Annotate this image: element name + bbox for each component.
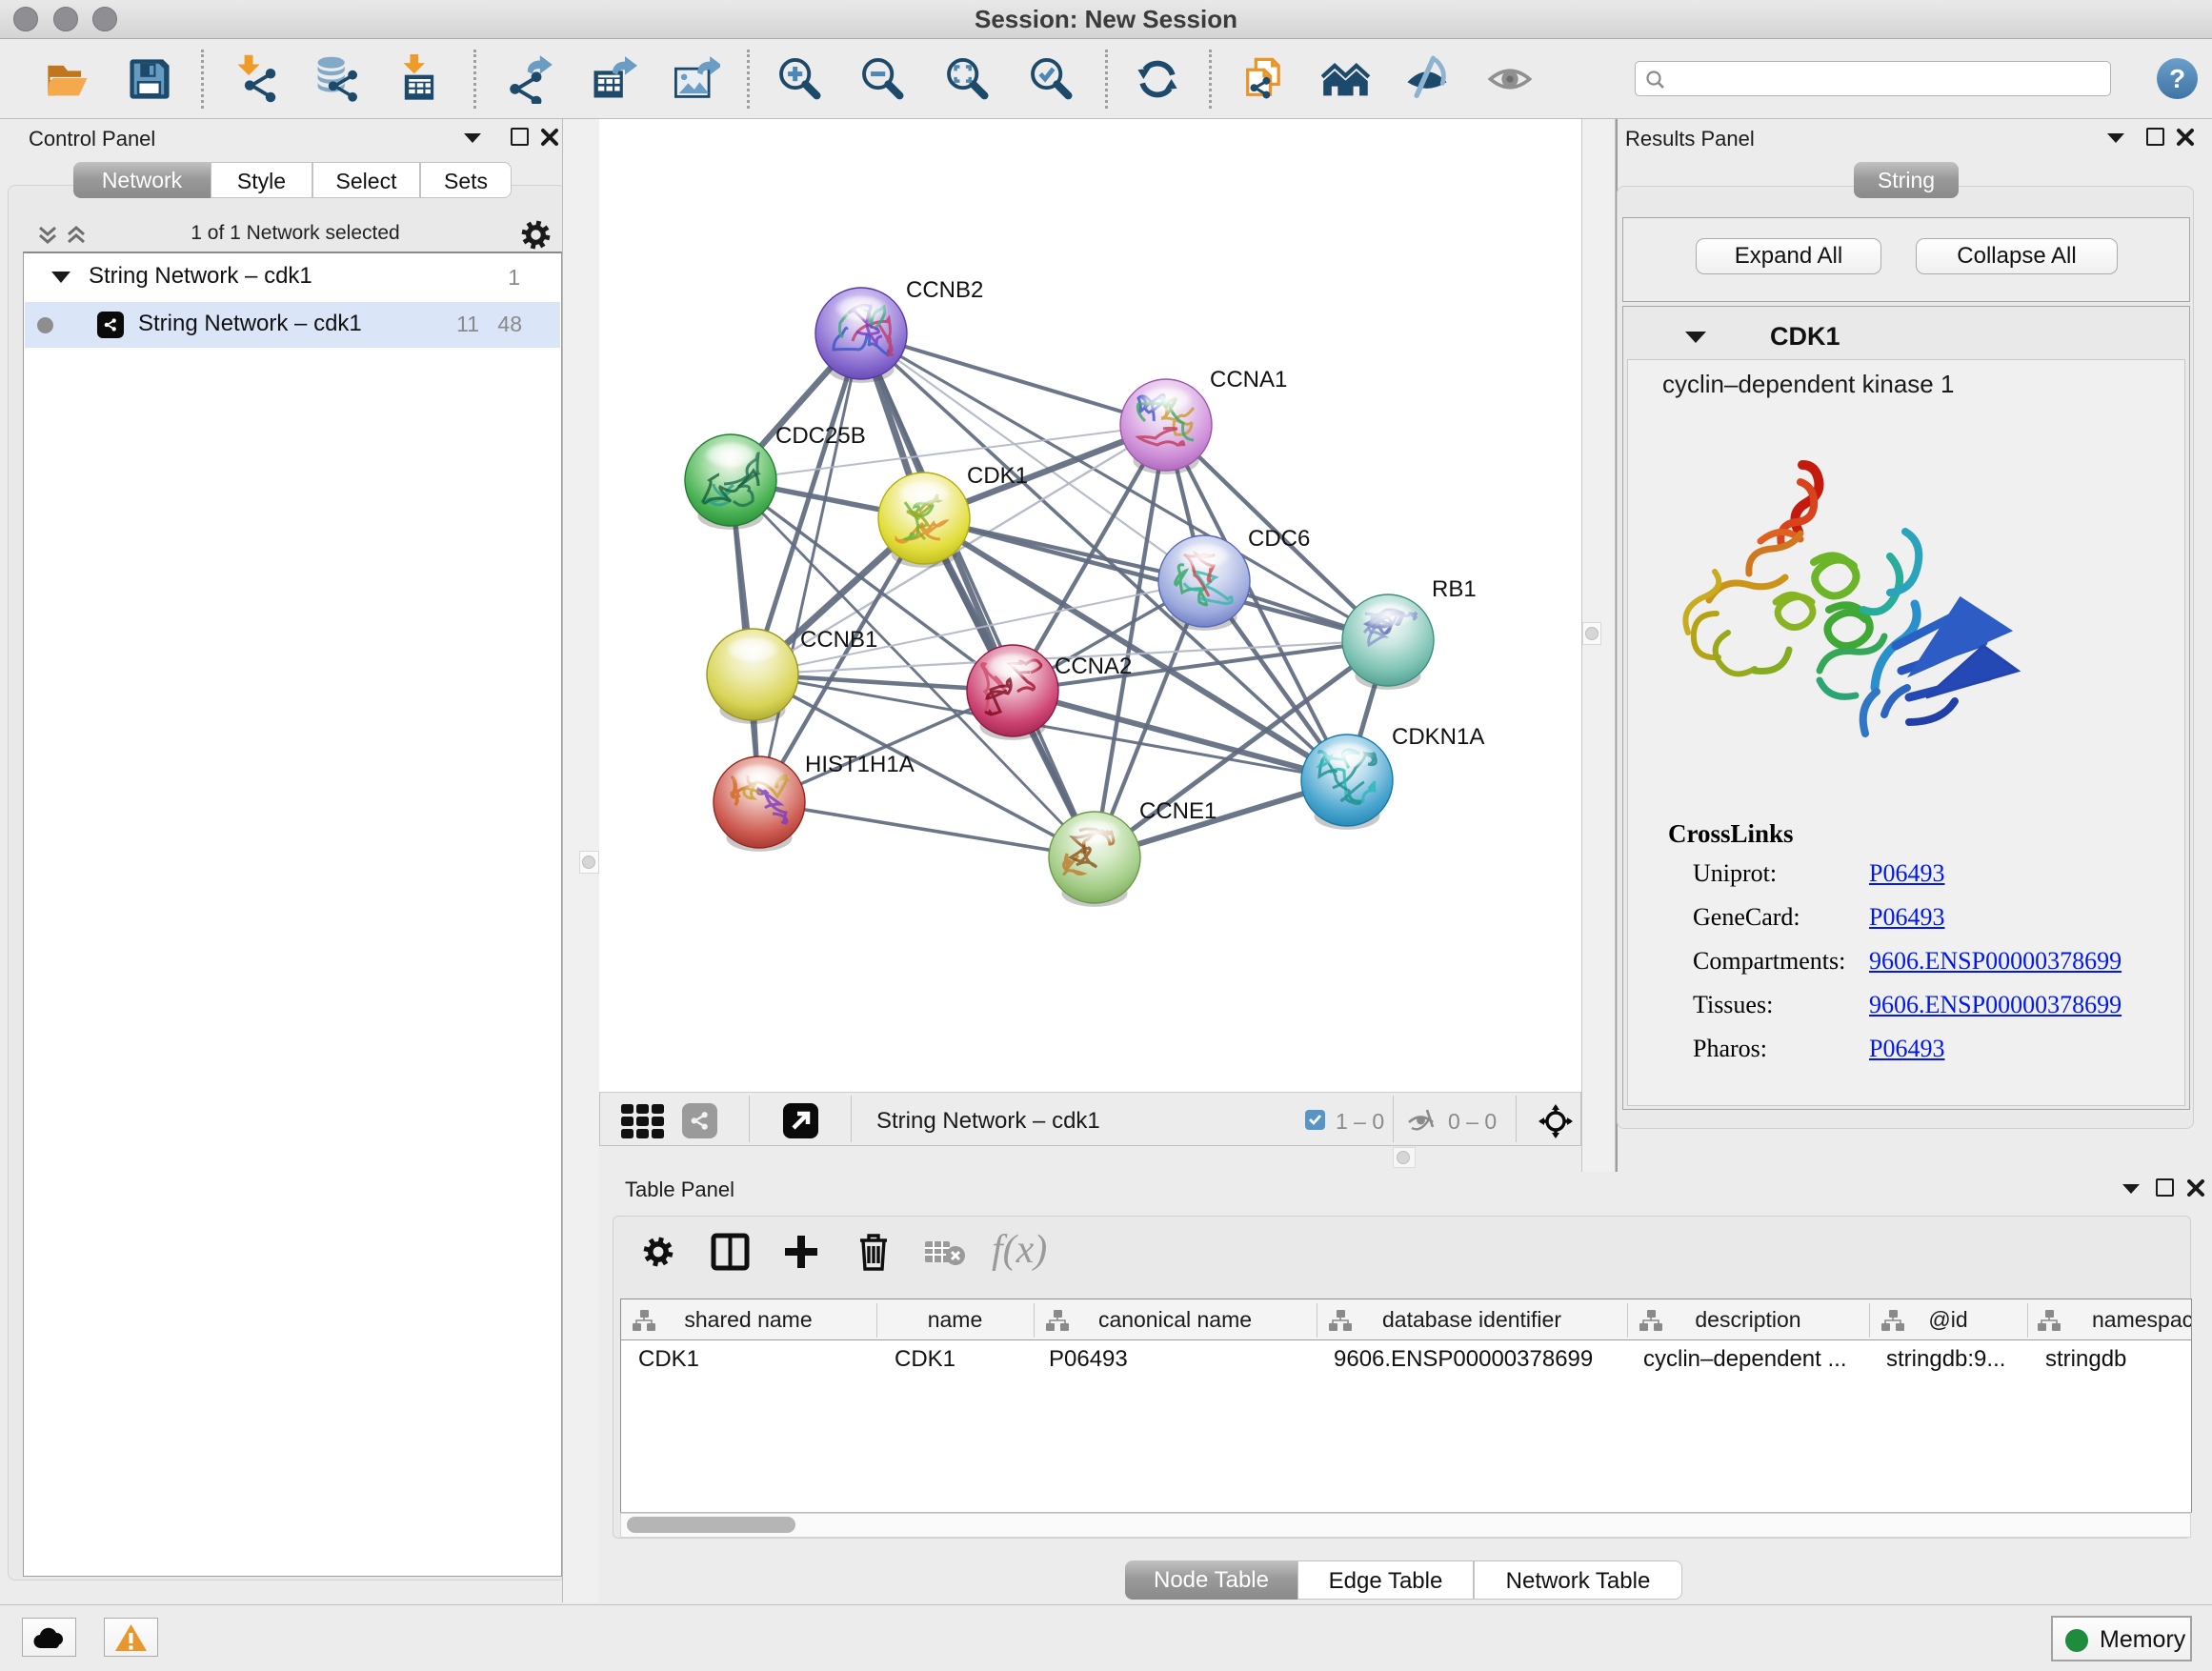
svg-text:CDC6: CDC6 — [1248, 526, 1310, 552]
svg-text:CDC25B: CDC25B — [775, 423, 866, 449]
svg-text:?: ? — [2169, 64, 2185, 93]
svg-text:CCNA1: CCNA1 — [1210, 367, 1287, 393]
svg-text:HIST1H1A: HIST1H1A — [805, 752, 915, 777]
svg-text:CCNE1: CCNE1 — [1139, 798, 1217, 824]
svg-text:CCNA2: CCNA2 — [1055, 654, 1132, 679]
svg-text:CDK1: CDK1 — [967, 463, 1028, 489]
svg-text:CCNB1: CCNB1 — [800, 627, 877, 653]
svg-text:RB1: RB1 — [1432, 576, 1477, 602]
svg-text:CCNB2: CCNB2 — [906, 277, 983, 303]
svg-text:CDKN1A: CDKN1A — [1392, 724, 1484, 750]
